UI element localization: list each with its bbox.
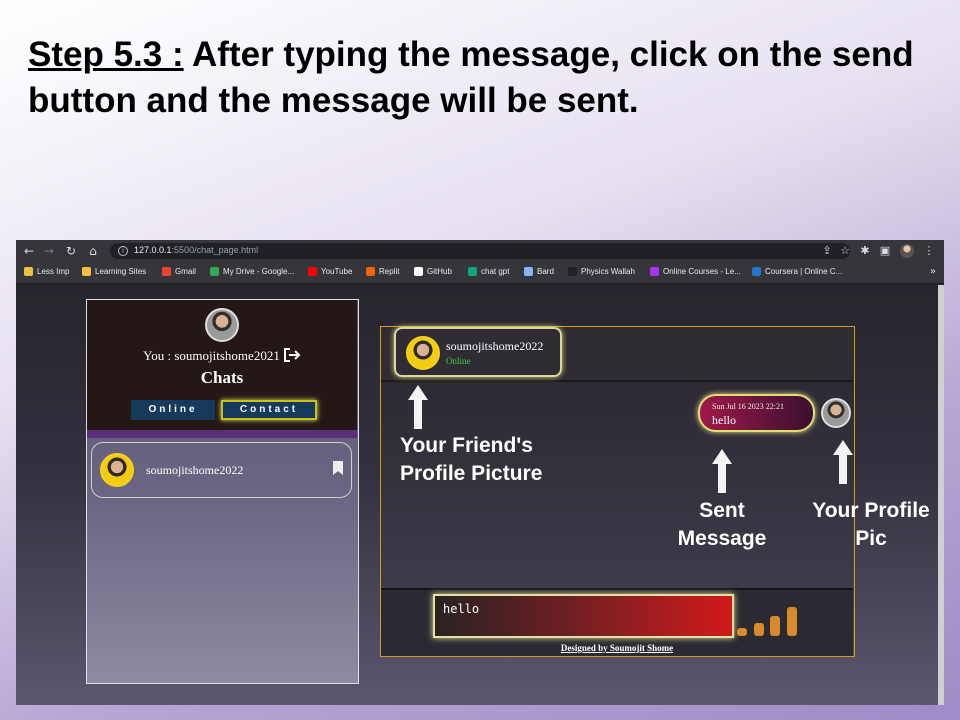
- contact-avatar: [100, 453, 134, 487]
- bookmark-label: Bard: [537, 267, 554, 276]
- chats-title: Chats: [200, 368, 244, 387]
- share-icon[interactable]: ⇪: [820, 243, 834, 259]
- message-text: hello: [712, 413, 736, 427]
- sent-message-bubble: Sun Jul 16 2023 22:21 hello: [698, 394, 815, 432]
- friend-name: soumojitshome2022: [446, 339, 544, 353]
- bookmark-item[interactable]: Less Imp: [24, 267, 69, 276]
- chat-list-panel: You : soumojitshome2021 Chats Online Con…: [86, 299, 359, 684]
- bookmark-favicon-icon: [24, 267, 33, 276]
- bookmark-label: Replit: [379, 267, 400, 276]
- slide-title: Step 5.3 : After typing the message, cli…: [28, 32, 948, 123]
- bookmark-favicon-icon: [650, 267, 659, 276]
- sidebar-divider: [87, 430, 357, 438]
- bookmark-item[interactable]: Replit: [366, 267, 399, 276]
- bookmark-label: Coursera | Online C...: [765, 267, 843, 276]
- page-viewport: You : soumojitshome2021 Chats Online Con…: [16, 285, 944, 705]
- bookmark-label: Gmail: [175, 267, 196, 276]
- bookmark-favicon-icon: [752, 267, 761, 276]
- star-icon[interactable]: ☆: [838, 243, 852, 259]
- home-icon[interactable]: ⌂: [86, 243, 100, 259]
- page-scrollbar[interactable]: [938, 285, 944, 705]
- bookmark-item[interactable]: GitHub: [414, 267, 452, 276]
- send-icon-bar: [787, 607, 797, 636]
- sent-message-annotation: Sent Message: [677, 499, 767, 551]
- bookmark-favicon-icon: [568, 267, 577, 276]
- my-avatar: [205, 308, 239, 342]
- bookmark-item[interactable]: Online Courses - Le...: [650, 267, 741, 276]
- bookmark-item[interactable]: Physics Wallah: [568, 267, 635, 276]
- address-bar[interactable]: i 127.0.0.1:5500/chat_page.html ⇪ ☆: [110, 243, 850, 259]
- back-icon[interactable]: ←: [22, 243, 36, 259]
- bookmark-favicon-icon: [524, 267, 533, 276]
- bookmark-label: YouTube: [321, 267, 353, 276]
- message-input[interactable]: hello: [433, 594, 734, 638]
- bookmark-item[interactable]: Gmail: [162, 267, 196, 276]
- menu-icon[interactable]: ⋮: [922, 243, 936, 259]
- bookmark-favicon-icon: [308, 267, 317, 276]
- bookmark-label: GitHub: [427, 267, 452, 276]
- bookmark-label: chat gpt: [481, 267, 510, 276]
- tab-contact[interactable]: Contact: [221, 400, 317, 420]
- friend-pic-annotation: Your Friend's Profile Picture: [400, 434, 543, 486]
- composer: hello Designed by Soumojit Shome: [381, 588, 853, 656]
- send-icon-bar: [770, 616, 780, 636]
- bookmark-label: My Drive - Google...: [223, 267, 295, 276]
- bookmark-label: Less Imp: [37, 267, 70, 276]
- bookmark-item[interactable]: chat gpt: [468, 267, 509, 276]
- profile-avatar-icon[interactable]: [900, 244, 914, 258]
- url-text: 127.0.0.1:5500/chat_page.html: [134, 245, 259, 255]
- bookmark-item[interactable]: My Drive - Google...: [210, 267, 294, 276]
- bookmark-favicon-icon: [210, 267, 219, 276]
- send-icon-bar: [754, 623, 764, 636]
- bookmark-item[interactable]: Coursera | Online C...: [752, 267, 842, 276]
- logout-icon[interactable]: [283, 348, 301, 362]
- bookmark-item[interactable]: Learning Sites: [82, 267, 146, 276]
- contact-name: soumojitshome2022: [146, 463, 244, 477]
- info-icon[interactable]: i: [118, 246, 128, 256]
- sidebar-header: You : soumojitshome2021 Chats Online Con…: [87, 300, 357, 430]
- message-timestamp: Sun Jul 16 2023 22:21: [712, 402, 785, 411]
- send-icon-bar: [737, 628, 747, 636]
- reload-icon[interactable]: ↻: [64, 243, 78, 259]
- chat-header: soumojitshome2022 Online: [381, 327, 853, 382]
- bookmark-label: Physics Wallah: [581, 267, 635, 276]
- more-bookmarks-icon[interactable]: »: [930, 266, 936, 277]
- bookmark-item[interactable]: Bard: [524, 267, 554, 276]
- bookmark-favicon-icon: [162, 267, 171, 276]
- forward-icon[interactable]: →: [42, 243, 56, 259]
- bookmark-favicon-icon: [468, 267, 477, 276]
- bookmark-favicon-icon: [414, 267, 423, 276]
- bookmarks-bar: Less Imp Learning Sites Gmail My Drive - Go…: [16, 262, 944, 284]
- bookmark-icon[interactable]: [333, 461, 343, 475]
- contact-item[interactable]: soumojitshome2022: [91, 442, 352, 498]
- bookmark-favicon-icon: [366, 267, 375, 276]
- chat-panel: soumojitshome2022 Online Sun Jul 16 2023…: [380, 326, 855, 657]
- your-pic-annotation: Your Profile Pic: [812, 499, 930, 551]
- friend-avatar: [406, 336, 440, 370]
- bookmark-label: Online Courses - Le...: [663, 267, 741, 276]
- sender-avatar: [821, 398, 851, 428]
- browser-toolbar: ← → ↻ ⌂ i 127.0.0.1:5500/chat_page.html …: [16, 240, 944, 262]
- bookmark-label: Learning Sites: [95, 267, 147, 276]
- step-label: Step 5.3 :: [28, 35, 184, 74]
- footer-credit[interactable]: Designed by Soumojit Shome: [381, 643, 853, 653]
- friend-profile-chip[interactable]: soumojitshome2022 Online: [394, 327, 562, 377]
- friend-status: Online: [446, 356, 471, 366]
- bookmark-favicon-icon: [82, 267, 91, 276]
- tab-online[interactable]: Online: [131, 400, 215, 420]
- sidepanel-icon[interactable]: ▣: [878, 243, 892, 259]
- bookmark-item[interactable]: YouTube: [308, 267, 352, 276]
- extensions-icon[interactable]: ✱: [858, 243, 872, 259]
- current-user-label: You : soumojitshome2021: [87, 348, 357, 364]
